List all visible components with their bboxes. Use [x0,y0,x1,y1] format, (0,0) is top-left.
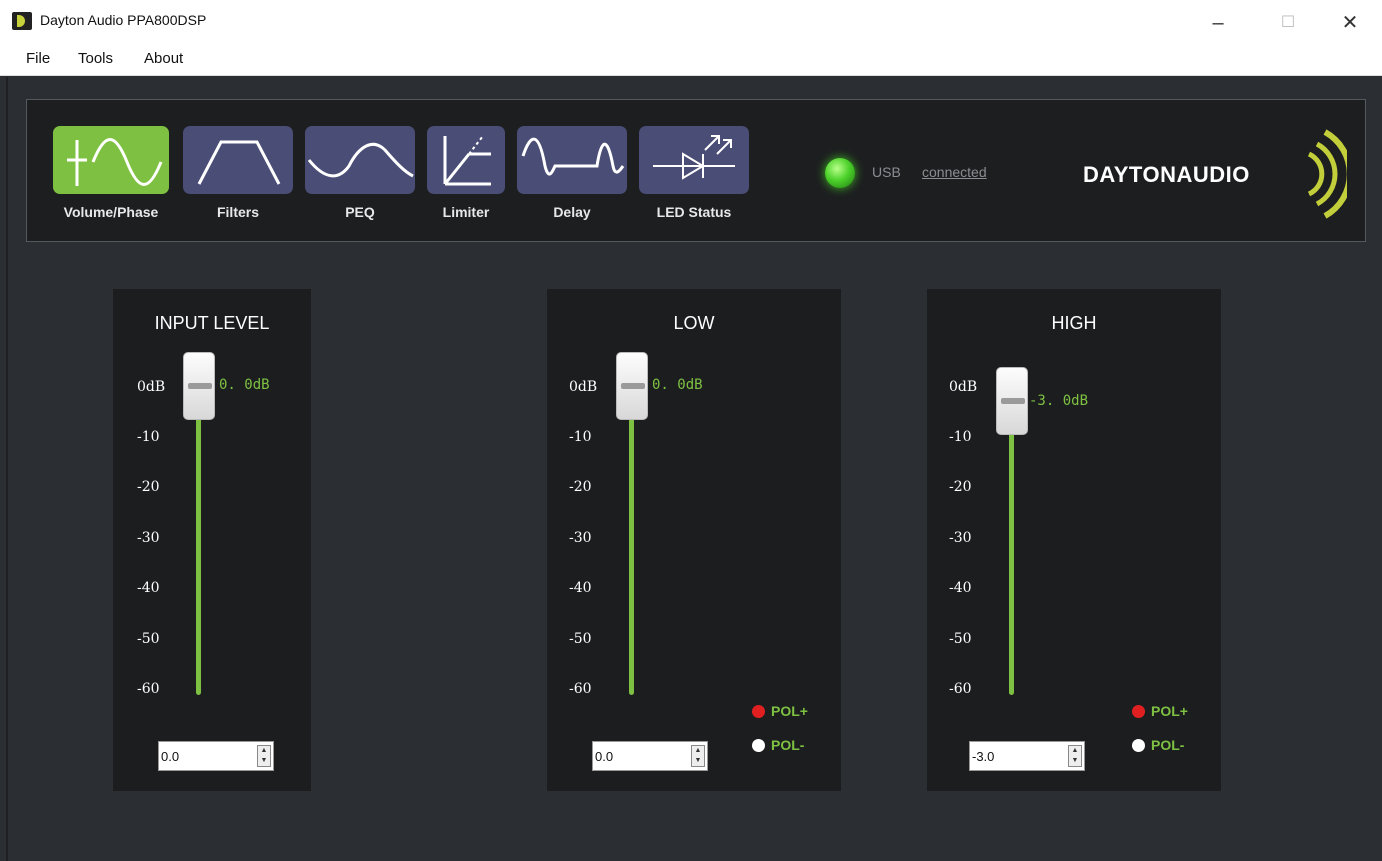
peq-icon [307,143,414,178]
led-status-icon [653,135,735,180]
scale-minus-40: -40 [569,580,592,596]
high-pol-plus-label[interactable]: POL+ [1151,703,1188,719]
input-level-panel: INPUT LEVEL 0dB -10 -20 -30 -40 -50 -60 … [113,289,311,791]
scale-minus-10: -10 [137,429,160,445]
input-level-readout: 0. 0dB [219,377,270,393]
tab-volume-phase[interactable] [53,126,169,194]
spin-up-icon[interactable]: ▲ [1069,746,1081,756]
low-pol-minus-radio[interactable] [752,739,765,752]
tab-led-status-label: LED Status [656,204,732,220]
spin-down-icon[interactable]: ▼ [692,756,704,766]
tab-delay-label: Delay [553,204,591,220]
menu-tools[interactable]: Tools [78,50,113,67]
title-bar: Dayton Audio PPA800DSP – ☐ ✕ [0,0,1382,44]
scale-minus-30: -30 [949,530,972,546]
spin-down-icon[interactable]: ▼ [1069,756,1081,766]
high-readout: -3. 0dB [1029,393,1089,409]
scale-minus-30: -30 [569,530,592,546]
scale-minus-50: -50 [569,631,592,647]
minimize-button[interactable]: – [1198,8,1238,38]
scale-minus-10: -10 [949,429,972,445]
low-spinbox[interactable]: ▲▼ [592,741,708,771]
low-pol-plus-radio[interactable] [752,705,765,718]
input-level-value-field[interactable] [161,746,249,766]
app-icon [12,12,32,30]
input-level-spin-buttons[interactable]: ▲ ▼ [257,745,271,767]
toolbar-panel: Volume/Phase Filters PEQ Limiter Delay L… [26,99,1366,242]
dayton-audio-logo: DAYTONAUDIO [1077,122,1347,222]
spin-up-icon[interactable]: ▲ [258,746,270,756]
scale-0db: 0dB [569,379,598,395]
scale-minus-50: -50 [137,631,160,647]
workspace: Volume/Phase Filters PEQ Limiter Delay L… [6,77,1382,861]
spin-up-icon[interactable]: ▲ [692,746,704,756]
input-level-title: INPUT LEVEL [154,313,270,333]
usb-connection-status: connected [922,164,987,180]
scale-minus-50: -50 [949,631,972,647]
scale-minus-60: -60 [137,681,160,697]
tab-led-status[interactable] [639,126,749,194]
scale-minus-60: -60 [949,681,972,697]
volume-phase-icon [67,138,163,186]
filters-icon [197,140,281,185]
window-title: Dayton Audio PPA800DSP [40,12,207,28]
menu-file[interactable]: File [26,50,50,67]
menu-about[interactable]: About [144,50,183,67]
spin-down-icon[interactable]: ▼ [258,756,270,766]
high-pol-minus-label[interactable]: POL- [1151,737,1184,753]
tab-delay[interactable] [517,126,627,194]
close-button[interactable]: ✕ [1330,8,1370,38]
scale-minus-30: -30 [137,530,160,546]
low-value-field[interactable] [595,746,683,766]
low-slider-track[interactable] [629,389,634,695]
delay-icon [521,137,625,176]
low-pol-plus-label[interactable]: POL+ [771,703,808,719]
low-spin-buttons[interactable]: ▲ ▼ [691,745,705,767]
maximize-button[interactable]: ☐ [1268,8,1308,38]
input-level-slider-thumb[interactable] [183,352,215,420]
high-title: HIGH [1051,313,1097,333]
scale-minus-10: -10 [569,429,592,445]
high-panel: HIGH 0dB -10 -20 -30 -40 -50 -60 -3. 0dB… [927,289,1221,791]
logo-text: DAYTONAUDIO [1083,162,1250,187]
low-pol-minus-label[interactable]: POL- [771,737,804,753]
scale-minus-40: -40 [949,580,972,596]
input-level-spinbox[interactable]: ▲▼ [158,741,274,771]
scale-minus-60: -60 [569,681,592,697]
high-slider-track[interactable] [1009,404,1014,695]
tab-limiter-label: Limiter [442,204,490,220]
usb-label: USB [872,164,901,180]
tab-filters-label: Filters [216,204,259,220]
limiter-icon [443,135,491,186]
input-level-slider-track[interactable] [196,389,201,695]
scale-minus-20: -20 [137,479,160,495]
scale-minus-20: -20 [569,479,592,495]
scale-0db: 0dB [949,379,978,395]
high-spinbox[interactable]: ▲▼ [969,741,1085,771]
high-pol-plus-radio[interactable] [1132,705,1145,718]
low-title: LOW [673,313,715,333]
usb-status-led [825,158,855,188]
high-value-field[interactable] [972,746,1060,766]
high-pol-minus-radio[interactable] [1132,739,1145,752]
low-slider-thumb[interactable] [616,352,648,420]
scale-0db: 0dB [137,379,166,395]
high-slider-thumb[interactable] [996,367,1028,435]
low-readout: 0. 0dB [652,377,703,393]
menu-bar: File Tools About [0,44,1382,76]
scale-minus-40: -40 [137,580,160,596]
high-spin-buttons[interactable]: ▲ ▼ [1068,745,1082,767]
tab-limiter[interactable] [427,126,505,194]
tab-filters[interactable] [183,126,293,194]
tab-peq-label: PEQ [345,204,375,220]
scale-minus-20: -20 [949,479,972,495]
tab-volume-phase-label: Volume/Phase [63,204,159,220]
low-panel: LOW 0dB -10 -20 -30 -40 -50 -60 0. 0dB P… [547,289,841,791]
tab-peq[interactable] [305,126,415,194]
